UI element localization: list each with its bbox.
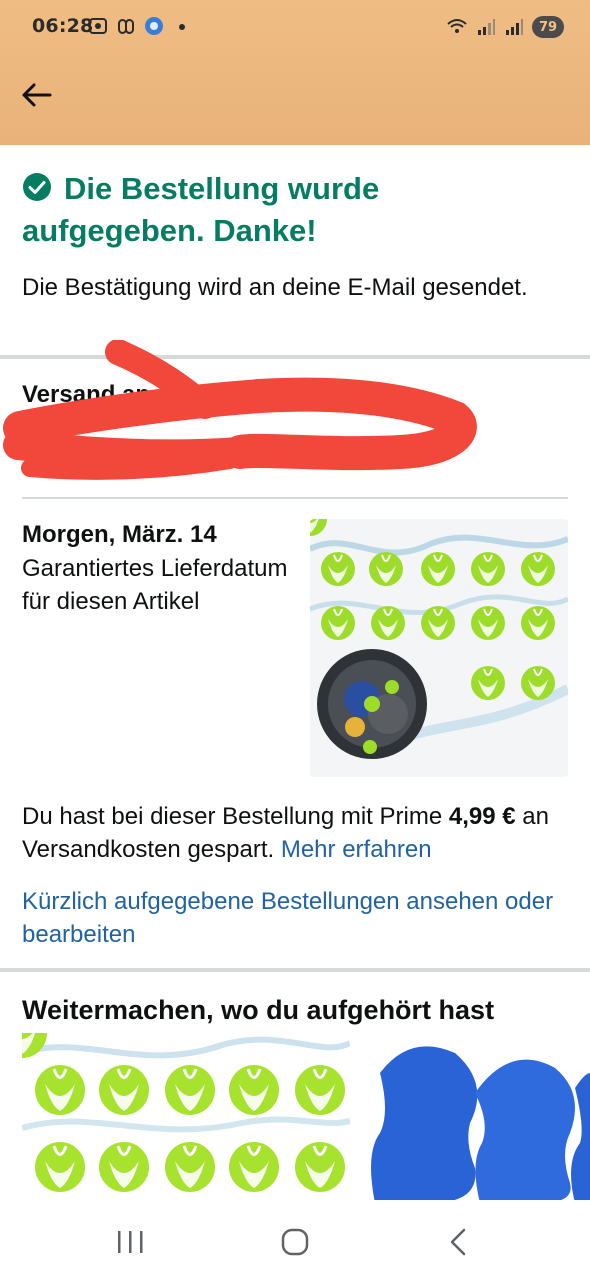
confirmation-message: Die Bestätigung wird an deine E-Mail ges… [22,274,528,301]
battery-indicator: 79 [532,16,564,38]
section-divider [0,968,590,972]
app-icon [145,17,163,35]
lint-balls-image [310,519,568,777]
system-nav-bar [0,1200,590,1280]
delivery-date: Morgen, März. 14 [22,521,217,548]
carousel-item[interactable] [22,1033,350,1203]
signal-icon [478,19,495,35]
dot-icon [179,24,185,30]
recent-orders-link[interactable]: Kürzlich aufgegebene Bestellungen ansehe… [22,885,572,951]
status-left-icons [88,16,192,36]
recent-apps-icon[interactable] [110,1222,150,1262]
arrow-left-icon[interactable] [18,76,56,114]
screenshot-icon [89,18,107,34]
prime-savings: Du hast bei dieser Bestellung mit Prime … [22,800,572,866]
prime-text-before: Du hast bei dieser Bestellung mit Prime [22,803,449,830]
learn-more-link[interactable]: Mehr erfahren [281,836,432,863]
back-icon[interactable] [440,1222,480,1262]
delivery-note: Garantiertes Lieferdatum für diesen Arti… [22,555,288,615]
redaction-scribble [3,340,477,480]
continue-section-title: Weitermachen, wo du aufgehört hast [22,995,495,1025]
check-circle-icon [23,173,51,201]
lint-balls-image [22,1033,350,1203]
sponge-image [370,1033,590,1203]
wifi-icon [447,19,467,33]
confirmation-title-text: Die Bestellung wurde aufgegeben. Danke! [22,171,380,248]
status-time: 06:28 [32,15,94,37]
status-right-icons: 79 [446,16,564,38]
section-divider [22,497,568,499]
prime-amount: 4,99 € [448,803,516,830]
confirmation-title: Die Bestellung wurde aufgegeben. Danke! [22,168,562,252]
link-icon [118,19,134,34]
product-image[interactable] [310,519,568,777]
signal-icon [506,19,523,35]
status-bar: 06:28 79 [0,0,590,58]
carousel-item[interactable] [370,1033,590,1203]
home-icon[interactable] [275,1222,315,1262]
